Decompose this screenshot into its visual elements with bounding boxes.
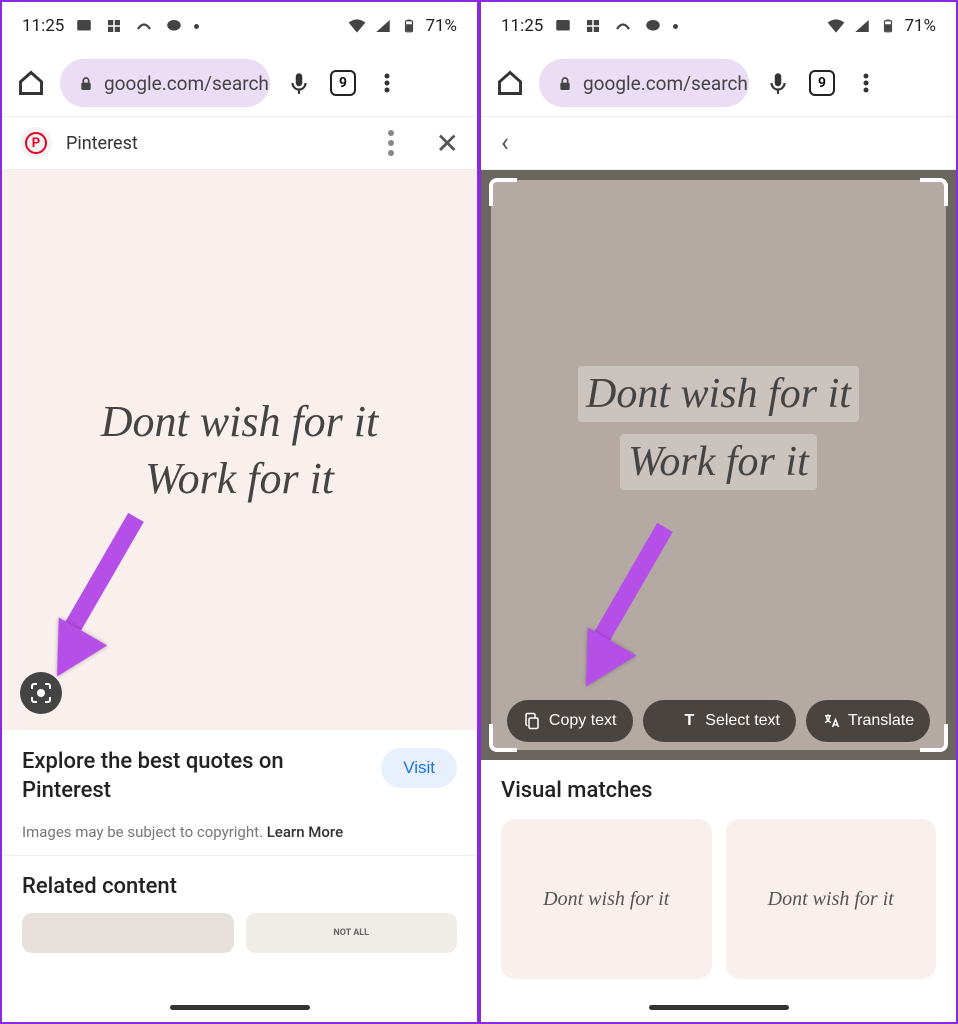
browser-bar: google.com/search?q 9 [2, 50, 477, 116]
lens-image[interactable]: Dont wish for it Work for it [491, 180, 946, 750]
menu-icon[interactable] [372, 68, 402, 98]
chat-icon [164, 16, 184, 36]
google-lens-button[interactable] [20, 672, 62, 714]
battery-icon [878, 16, 898, 36]
url-text: google.com/search?q [104, 72, 270, 95]
tabs-button[interactable]: 9 [328, 68, 358, 98]
mic-icon[interactable] [284, 68, 314, 98]
header-menu-icon[interactable] [388, 140, 394, 146]
app-icon [583, 16, 603, 36]
battery-percent: 71% [904, 16, 936, 36]
select-text-button[interactable]: TSelect text [643, 700, 796, 742]
status-bar: 11:25 71% [481, 2, 956, 50]
airtel-icon [613, 16, 633, 36]
learn-more-link[interactable]: Learn More [267, 823, 343, 841]
status-time: 11:25 [22, 16, 64, 36]
nav-bar [481, 1000, 956, 1014]
lock-icon [78, 74, 94, 92]
tabs-count: 9 [330, 70, 356, 96]
image-preview[interactable]: Dont wish for it Work for it [2, 170, 477, 730]
quote-line-1: Dont wish for it [101, 393, 379, 450]
status-dot [673, 24, 678, 29]
visual-matches-section: Visual matches Dont wish for it Dont wis… [481, 760, 956, 979]
tabs-button[interactable]: 9 [807, 68, 837, 98]
url-bar[interactable]: google.com/search?q [60, 59, 270, 107]
related-title: Related content [22, 874, 457, 899]
copy-text-button[interactable]: Copy text [507, 700, 633, 742]
mic-icon[interactable] [763, 68, 793, 98]
visual-match-thumb[interactable]: Dont wish for it [501, 819, 712, 979]
home-icon[interactable] [16, 68, 46, 98]
menu-icon[interactable] [851, 68, 881, 98]
lens-actions: Copy text TSelect text Translate [491, 700, 946, 742]
related-thumb[interactable]: NOT ALL [246, 913, 458, 953]
crop-corner[interactable] [920, 178, 948, 206]
tabs-count: 9 [809, 70, 835, 96]
tutorial-arrow [42, 628, 98, 680]
related-section: Related content NOT ALL [2, 855, 477, 953]
battery-icon [399, 16, 419, 36]
browser-bar: google.com/search?q 9 [481, 50, 956, 116]
status-dot [194, 24, 199, 29]
home-icon[interactable] [495, 68, 525, 98]
status-bar: 11:25 71% [2, 2, 477, 50]
signal-icon [852, 16, 872, 36]
signal-icon [373, 16, 393, 36]
phone-right: 11:25 71% google.com/search?q 9 ‹ [479, 0, 958, 1024]
battery-percent: 71% [425, 16, 457, 36]
visit-button[interactable]: Visit [381, 748, 457, 788]
phone-left: 11:25 71% google.com/search?q 9 P Pinter… [0, 0, 479, 1024]
url-text: google.com/search?q [583, 72, 749, 95]
lens-header: ‹ [481, 116, 956, 170]
wifi-icon [347, 16, 367, 36]
crop-corner[interactable] [489, 178, 517, 206]
app-icon [104, 16, 124, 36]
close-icon[interactable]: ✕ [436, 127, 459, 160]
copyright-text: Images may be subject to copyright. Lear… [2, 823, 477, 855]
url-bar[interactable]: google.com/search?q [539, 59, 749, 107]
source-label[interactable]: Pinterest [66, 133, 374, 154]
detected-text-1[interactable]: Dont wish for it [578, 366, 859, 422]
translate-button[interactable]: Translate [806, 700, 930, 742]
chat-icon [643, 16, 663, 36]
nav-bar [2, 1000, 477, 1014]
wifi-icon [826, 16, 846, 36]
tutorial-arrow [571, 638, 627, 690]
related-thumb[interactable] [22, 913, 234, 953]
visual-matches-title: Visual matches [501, 778, 936, 803]
back-icon[interactable]: ‹ [501, 128, 509, 158]
lock-icon [557, 74, 573, 92]
info-title: Explore the best quotes on Pinterest [22, 748, 369, 805]
airtel-icon [134, 16, 154, 36]
status-time: 11:25 [501, 16, 543, 36]
nav-pill[interactable] [649, 1005, 789, 1010]
pinterest-logo: P [20, 127, 52, 159]
quote-line-2: Work for it [145, 450, 334, 507]
visual-match-thumb[interactable]: Dont wish for it [726, 819, 937, 979]
nav-pill[interactable] [170, 1005, 310, 1010]
image-header: P Pinterest ✕ [2, 116, 477, 170]
info-section: Explore the best quotes on Pinterest Vis… [2, 730, 477, 823]
detected-text-2[interactable]: Work for it [620, 434, 816, 490]
message-icon [74, 16, 94, 36]
lens-view: Dont wish for it Work for it Copy text T… [481, 170, 956, 760]
message-icon [553, 16, 573, 36]
